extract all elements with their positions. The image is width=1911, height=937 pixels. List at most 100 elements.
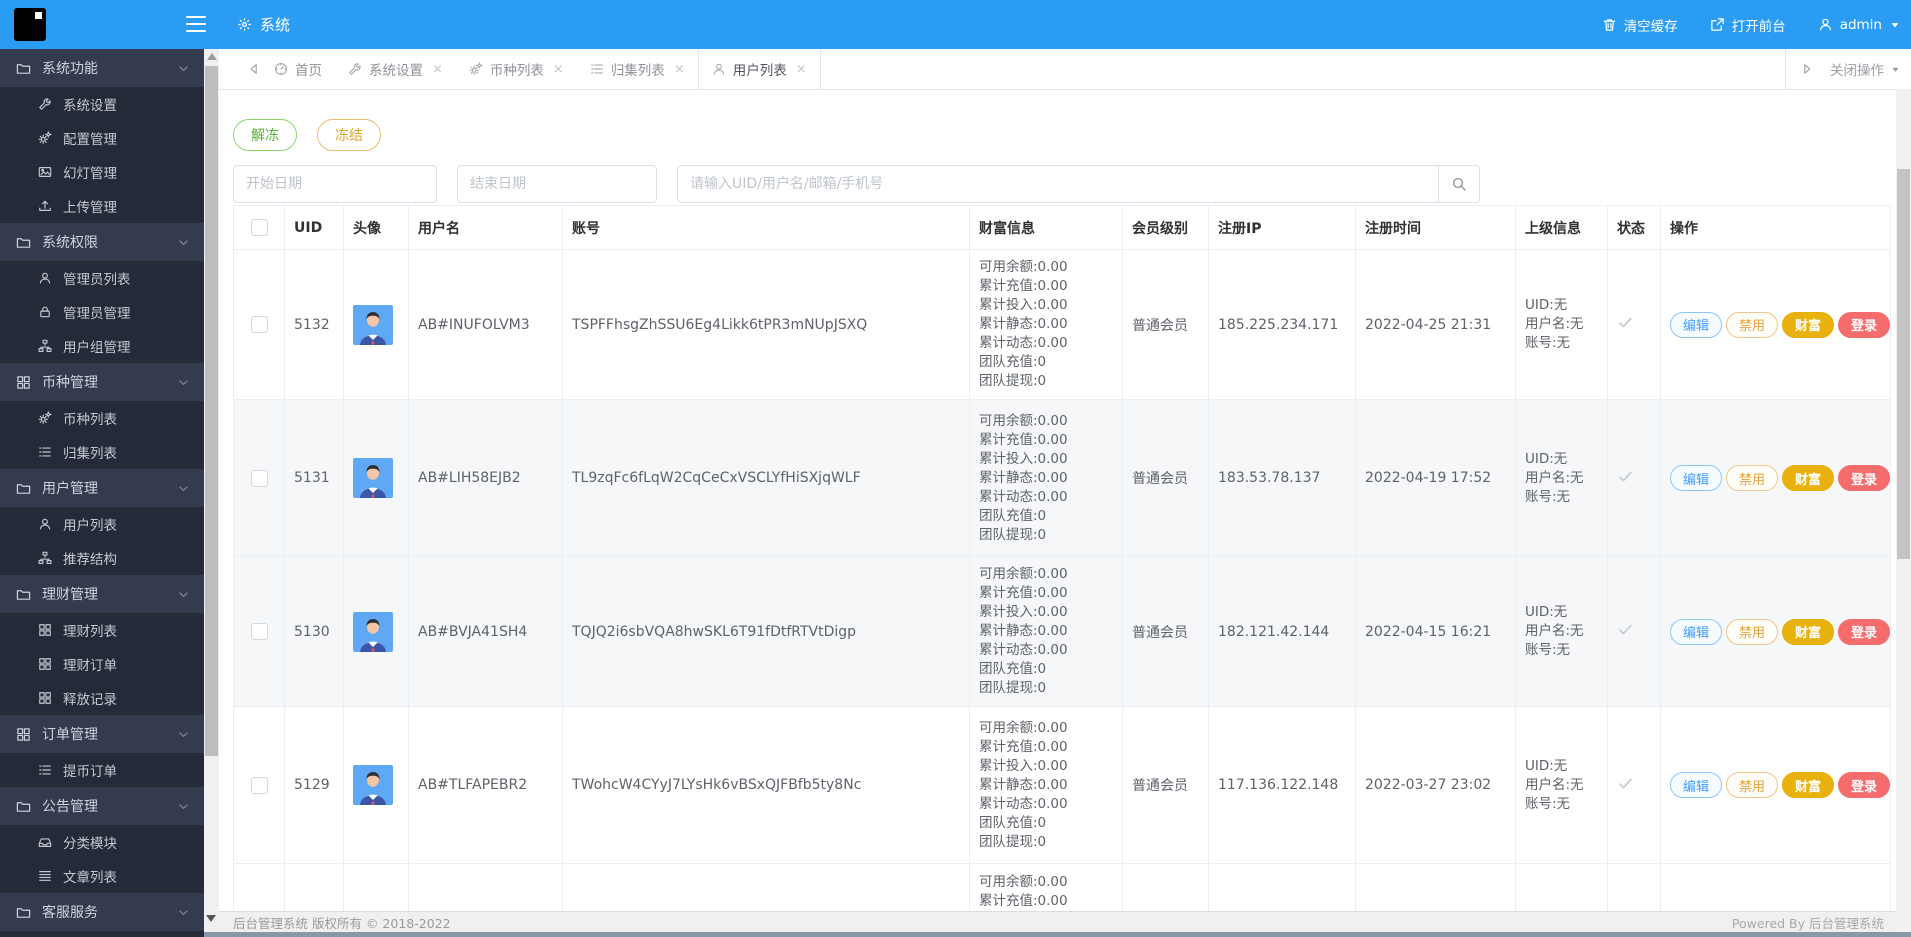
sidebar-item-referral-structure[interactable]: 推荐结构 — [0, 541, 204, 575]
tab-user-list[interactable]: 用户列表 × — [697, 49, 821, 89]
login-button[interactable]: 登录 — [1838, 618, 1890, 645]
close-tab-icon[interactable]: × — [796, 62, 807, 77]
register-ip: 183.53.78.137 — [1218, 470, 1321, 486]
main-scrollbar[interactable] — [1896, 89, 1911, 932]
chevron-down-icon — [177, 588, 190, 601]
member-level: 普通会员 — [1132, 624, 1188, 641]
sidebar-group-finance-management[interactable]: 理财管理 — [0, 575, 204, 613]
parent-info: UID:无 用户名:无 账号:无 — [1515, 399, 1608, 557]
bottom-horizontal-scrollbar[interactable] — [204, 932, 1911, 937]
edit-button[interactable]: 编辑 — [1670, 772, 1723, 798]
wealth-button[interactable]: 财富 — [1782, 772, 1835, 798]
sidebar-item-user-group-management[interactable]: 用户组管理 — [0, 329, 204, 363]
edit-button[interactable]: 编辑 — [1670, 311, 1723, 338]
login-button[interactable]: 登录 — [1838, 311, 1890, 338]
sidebar-group-announcement-management[interactable]: 公告管理 — [0, 787, 204, 825]
close-tab-icon[interactable]: × — [674, 62, 685, 77]
sidebar-group-coin-management[interactable]: 币种管理 — [0, 363, 204, 401]
close-tab-icon[interactable]: × — [553, 62, 564, 77]
sidebar-item-withdrawal-orders[interactable]: 提币订单 — [0, 753, 204, 787]
top-header-bar: 系统 清空缓存 打开前台 admin — [0, 0, 1911, 49]
disable-button[interactable]: 禁用 — [1726, 772, 1779, 798]
sidebar-item-category-module[interactable]: 分类模块 — [0, 825, 204, 859]
sidebar-group-order-management[interactable]: 订单管理 — [0, 715, 204, 753]
clear-cache-button[interactable]: 清空缓存 — [1602, 15, 1678, 35]
tab-collection-list[interactable]: 归集列表 × — [577, 49, 698, 89]
wealth-button[interactable]: 财富 — [1782, 311, 1835, 338]
wealth-info: 可用余额:0.00 累计充值:0.00 累计投入:0.00 累计静态:0.00 累计动态… — [969, 706, 1123, 864]
sidebar-group-system-functions[interactable]: 系统功能 — [0, 49, 204, 87]
disable-button[interactable]: 禁用 — [1726, 311, 1779, 338]
close-operations-dropdown[interactable]: 关闭操作 — [1830, 59, 1901, 79]
sidebar-item-release-records[interactable]: 释放记录 — [0, 681, 204, 715]
search-button[interactable] — [1438, 166, 1479, 202]
sidebar-item-config-management[interactable]: 配置管理 — [0, 121, 204, 155]
chevron-down-icon — [177, 800, 190, 813]
check-icon — [1617, 775, 1634, 792]
brand-logo[interactable] — [14, 8, 46, 41]
admin-user-menu[interactable]: admin — [1818, 17, 1901, 33]
sidebar-item-finance-list[interactable]: 理财列表 — [0, 613, 204, 647]
table-row: 5131 AB#LIH58EJB2 TL9zqFc6fLqW2CqCeCxVSC… — [233, 399, 1891, 557]
sidebar-item-coin-list[interactable]: 币种列表 — [0, 401, 204, 435]
login-button[interactable]: 登录 — [1838, 772, 1890, 798]
col-actions: 操作 — [1660, 205, 1891, 250]
tab-system-settings[interactable]: 系统设置 × — [335, 49, 456, 89]
open-frontend-button[interactable]: 打开前台 — [1710, 15, 1786, 35]
sidebar-item-article-list[interactable]: 文章列表 — [0, 859, 204, 893]
avatar[interactable] — [353, 458, 393, 498]
tab-coin-list[interactable]: 币种列表 × — [456, 49, 577, 89]
triangle-right-icon[interactable] — [1800, 62, 1814, 76]
end-date-input[interactable] — [457, 165, 657, 203]
disable-button[interactable]: 禁用 — [1726, 465, 1779, 491]
sidebar-item-admin-list[interactable]: 管理员列表 — [0, 261, 204, 295]
select-all-checkbox[interactable] — [250, 219, 268, 236]
sidebar-group-customer-service[interactable]: 客服服务 — [0, 893, 204, 931]
clear-cache-label: 清空缓存 — [1623, 18, 1678, 35]
sidebar-scrollbar[interactable] — [204, 49, 219, 932]
edit-button[interactable]: 编辑 — [1670, 465, 1723, 491]
wealth-button[interactable]: 财富 — [1782, 618, 1835, 645]
sidebar-group-user-management[interactable]: 用户管理 — [0, 469, 204, 507]
avatar[interactable] — [353, 305, 393, 345]
account-value: TWohcW4CYyJ7LYsHk6vBSxQJFBfb5ty8Nc — [572, 777, 862, 793]
col-account: 账号 — [562, 205, 970, 250]
login-button[interactable]: 登录 — [1838, 465, 1890, 491]
sidebar-item-upload-management[interactable]: 上传管理 — [0, 189, 204, 223]
sidebar-group-system-permissions[interactable]: 系统权限 — [0, 223, 204, 261]
footer-bar: 后台管理系统 版权所有 © 2018-2022 Powered By 后台管理系… — [219, 911, 1896, 932]
row-checkbox[interactable] — [250, 776, 268, 794]
avatar[interactable] — [353, 612, 393, 652]
col-register-ip: 注册IP — [1208, 205, 1356, 250]
start-date-input[interactable] — [233, 165, 437, 203]
sidebar-item-admin-management[interactable]: 管理员管理 — [0, 295, 204, 329]
sidebar-scrollbar-thumb[interactable] — [205, 66, 218, 756]
account-value: TQJQ2i6sbVQA8hwSKL6T91fDtfRTVtDigp — [572, 623, 857, 640]
wealth-button[interactable]: 财富 — [1782, 465, 1835, 491]
sidebar-item-collection-list[interactable]: 归集列表 — [0, 435, 204, 469]
row-checkbox[interactable] — [250, 316, 268, 333]
tabs-scroll-left-button[interactable] — [247, 62, 261, 76]
gears-icon — [469, 62, 483, 76]
search-icon — [1451, 176, 1467, 192]
sidebar-item-user-list[interactable]: 用户列表 — [0, 507, 204, 541]
sidebar-item-system-settings[interactable]: 系统设置 — [0, 87, 204, 121]
disable-button[interactable]: 禁用 — [1726, 618, 1779, 645]
scroll-up-arrow-icon[interactable] — [207, 53, 217, 60]
tab-home[interactable]: 首页 — [261, 49, 335, 89]
scroll-down-arrow-icon[interactable] — [206, 915, 216, 922]
sidebar-item-finance-orders[interactable]: 理财订单 — [0, 647, 204, 681]
freeze-button[interactable]: 冻结 — [317, 119, 381, 151]
search-input[interactable] — [677, 165, 1480, 203]
avatar[interactable] — [353, 765, 393, 805]
main-scrollbar-thumb[interactable] — [1897, 169, 1910, 559]
sidebar-toggle-button[interactable] — [186, 16, 206, 32]
row-checkbox[interactable] — [250, 623, 268, 640]
unfreeze-button[interactable]: 解冻 — [233, 119, 297, 151]
wealth-info: 可用余额:0.00 累计充值:0.00 累计投入:0.00 累计静态:0.00 累计动态… — [969, 249, 1123, 400]
close-tab-icon[interactable]: × — [432, 62, 443, 77]
edit-button[interactable]: 编辑 — [1670, 618, 1723, 645]
col-uid: UID — [284, 205, 344, 250]
sidebar-item-slide-management[interactable]: 幻灯管理 — [0, 155, 204, 189]
row-checkbox[interactable] — [250, 469, 268, 487]
